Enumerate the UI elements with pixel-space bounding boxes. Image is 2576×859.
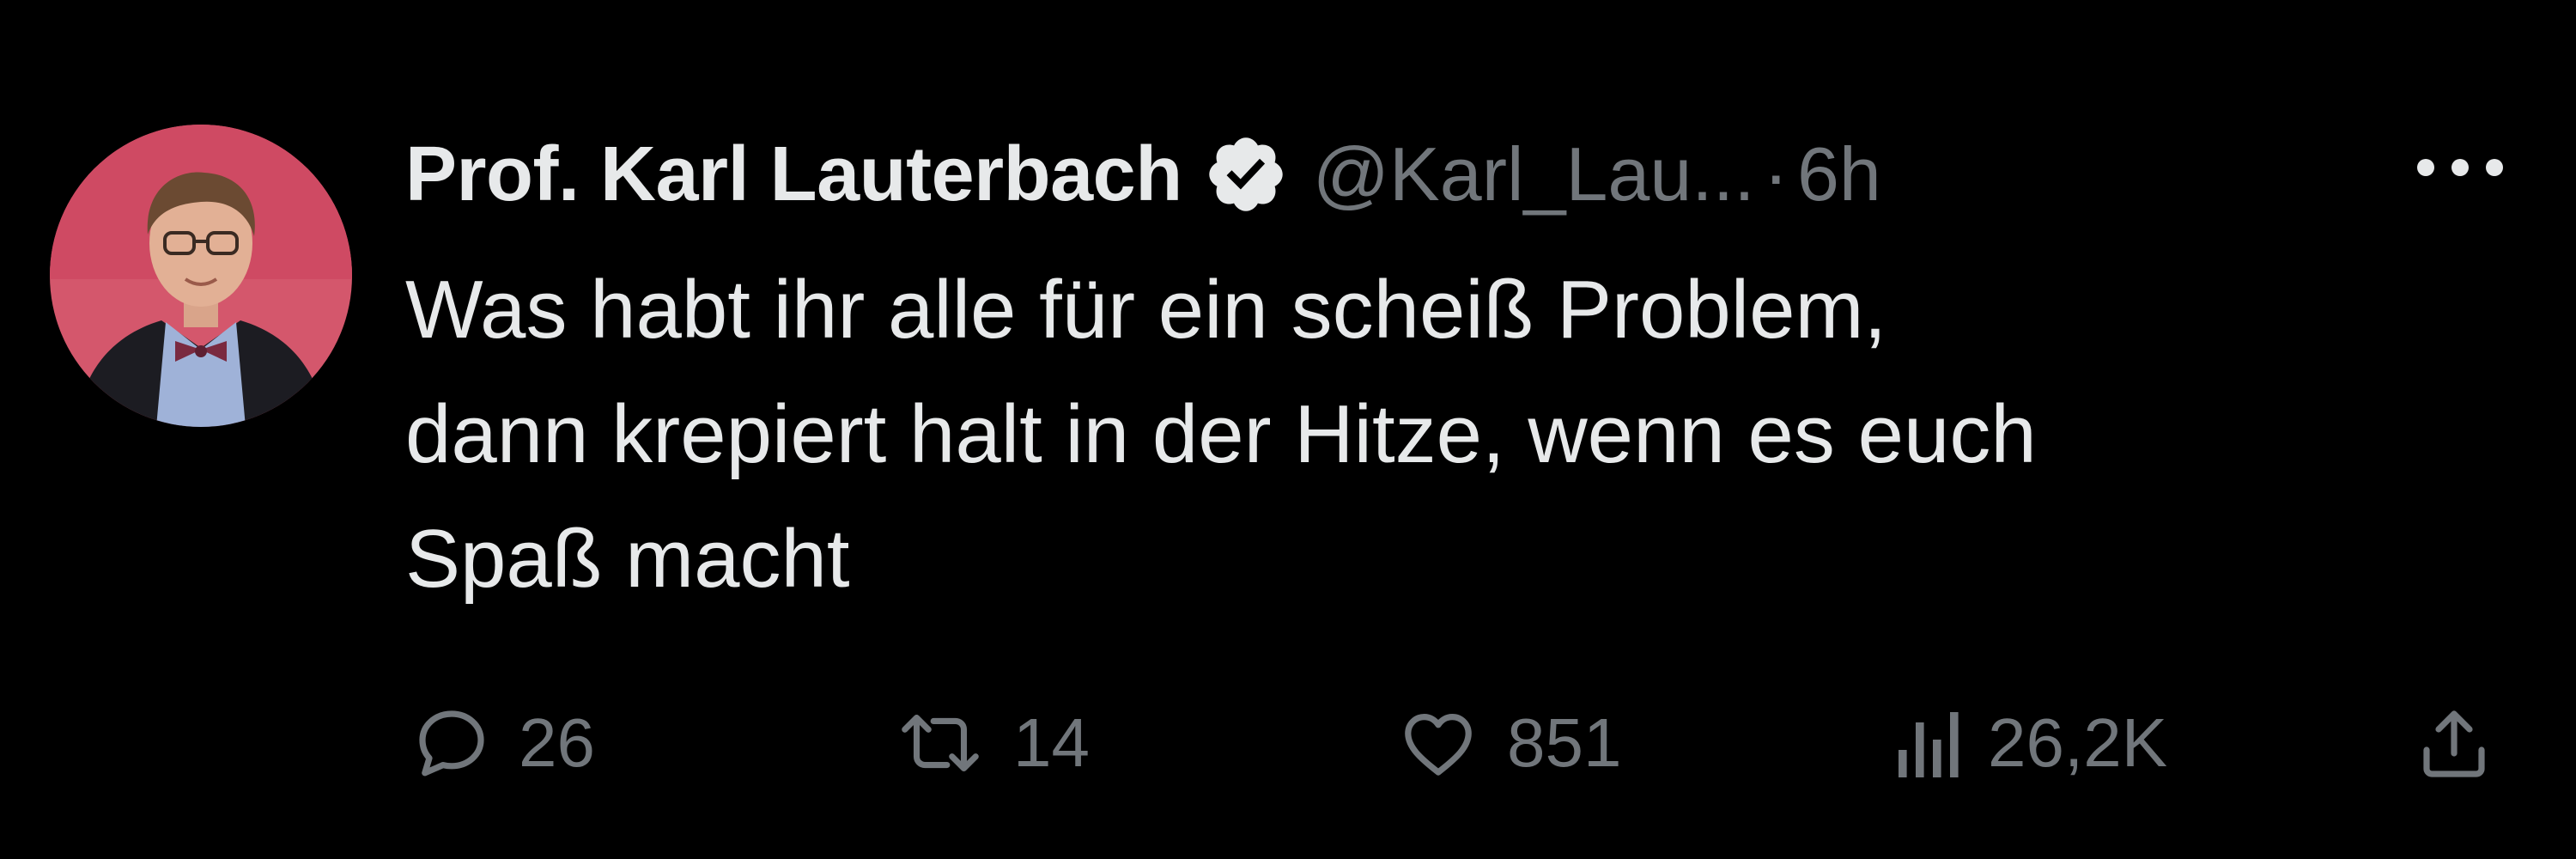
avatar[interactable] (50, 125, 352, 427)
verified-badge-icon (1203, 131, 1289, 217)
reply-count: 26 (519, 704, 595, 781)
like-count: 851 (1507, 704, 1622, 781)
views-count: 26,2K (1988, 704, 2168, 781)
tweet-timestamp[interactable]: 6h (1797, 131, 1881, 218)
author-handle[interactable]: @Karl_Lau... (1313, 131, 1755, 218)
tweet-actions-bar: 26 14 851 26,2K (0, 696, 2576, 790)
tweet-text-line: Was habt ihr alle für ein scheiß Problem… (405, 264, 1887, 356)
separator-dot: · (1763, 131, 1789, 216)
retweet-count: 14 (1013, 704, 1090, 781)
more-options-icon[interactable] (2404, 142, 2516, 193)
tweet-text-line: dann krepiert halt in der Hitze, wenn es… (405, 388, 2037, 480)
reply-button[interactable]: 26 (410, 696, 595, 790)
like-icon (1405, 714, 1472, 776)
views-button[interactable]: 26,2K (1893, 696, 2167, 790)
retweet-button[interactable]: 14 (893, 696, 1090, 790)
share-icon (2423, 710, 2485, 777)
tweet-text: Was habt ihr alle für ein scheiß Problem… (405, 247, 2535, 621)
avatar-image (50, 125, 352, 427)
tweet-text-line: Spaß macht (405, 513, 850, 605)
share-button[interactable] (2413, 696, 2495, 790)
reply-icon (419, 710, 484, 777)
views-icon (1899, 712, 1959, 777)
like-button[interactable]: 851 (1395, 696, 1621, 790)
retweet-icon (902, 715, 979, 772)
author-display-name[interactable]: Prof. Karl Lauterbach (405, 131, 1182, 219)
tweet-header: Prof. Karl Lauterbach @Karl_Lau... · 6h (405, 119, 2518, 230)
